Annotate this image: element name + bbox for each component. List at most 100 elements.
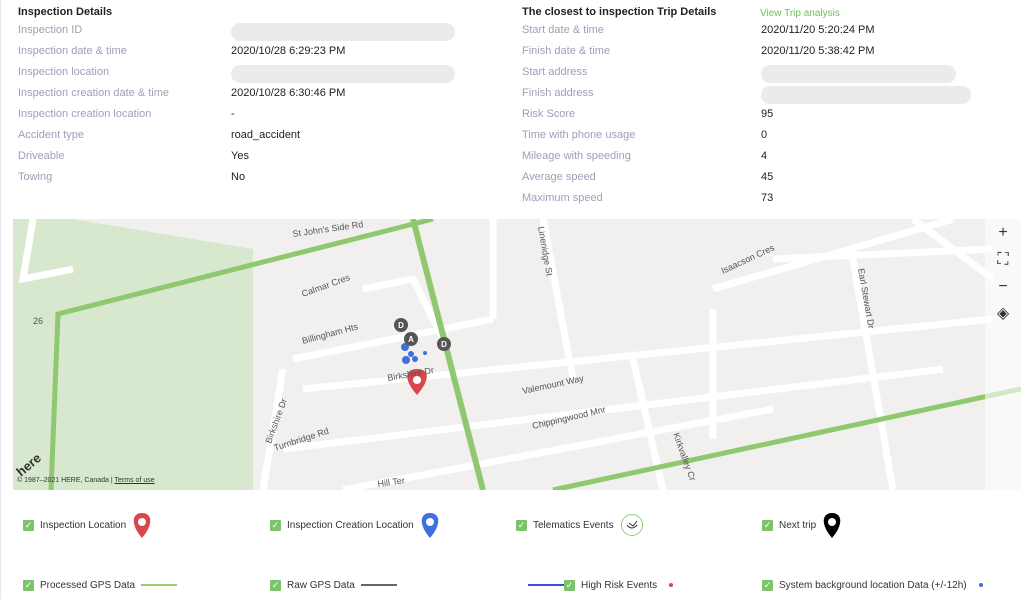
detail-row: Towing No — [18, 167, 458, 188]
processed-gps-route — [410, 219, 486, 490]
layers-button[interactable]: ◈ — [985, 300, 1021, 327]
detail-label: Inspection ID — [18, 24, 83, 36]
detail-row: Mileage with speeding 4 — [522, 146, 972, 167]
redacted-value — [231, 23, 455, 41]
map-controls: + ⛶ − ◈ — [985, 219, 1021, 490]
legend-item[interactable]: ✓ Inspection Location — [23, 512, 152, 538]
view-trip-analysis-link[interactable]: View Trip analysis — [760, 8, 840, 19]
detail-row: Inspection ID — [18, 20, 458, 41]
detail-label: Inspection date & time — [18, 45, 127, 57]
detail-label: Mileage with speeding — [522, 150, 631, 162]
park-area — [13, 219, 253, 490]
telematics-event-icon — [620, 514, 643, 536]
detail-value: 2020/10/28 6:30:46 PM — [231, 87, 346, 99]
green-line-icon — [141, 584, 178, 586]
detail-value: 2020/11/20 5:20:24 PM — [761, 24, 875, 36]
detail-row: Driveable Yes — [18, 146, 458, 167]
detail-value: 95 — [761, 108, 774, 120]
legend-item[interactable]: ✓ Next trip — [762, 512, 842, 538]
trip-marker-label: D — [398, 321, 404, 330]
fit-bounds-button[interactable]: ⛶ — [985, 246, 1021, 273]
detail-value: 2020/11/20 5:38:42 PM — [761, 45, 875, 57]
redacted-value — [231, 65, 455, 83]
redacted-value — [761, 86, 971, 104]
zoom-out-button[interactable]: − — [985, 273, 1021, 300]
map-canvas: D A D St John's Side Rd Calmar Cres Billin… — [13, 219, 1021, 490]
street-label: Valemount Way — [521, 373, 585, 396]
detail-row: Accident type road_accident — [18, 125, 458, 146]
legend-checkbox[interactable]: ✓ — [23, 579, 34, 591]
detail-label: Inspection creation date & time — [18, 87, 170, 99]
detail-row: Finish date & time 2020/11/20 5:38:42 PM — [522, 41, 972, 62]
legend-label: Processed GPS Data — [40, 579, 136, 591]
blue-line-icon — [528, 584, 564, 586]
detail-value: 4 — [761, 150, 768, 162]
street-label: 26 — [33, 316, 43, 326]
detail-row: Finish address — [522, 83, 972, 104]
legend-label: High Risk Events — [581, 579, 658, 591]
detail-value: 73 — [761, 192, 774, 204]
detail-label: Average speed — [522, 171, 596, 183]
street-label: Billingham Hts — [301, 321, 360, 346]
legend-checkbox[interactable]: ✓ — [762, 579, 773, 591]
section-title: Inspection Details — [18, 6, 113, 18]
street-label: Hill Ter — [377, 475, 405, 489]
detail-label: Risk Score — [522, 108, 576, 120]
legend-label: Inspection Creation Location — [287, 519, 414, 531]
street-label: Birkshire Dr — [263, 397, 288, 445]
detail-row: Maximum speed 73 — [522, 188, 972, 209]
detail-label: Time with phone usage — [522, 129, 636, 141]
detail-value: No — [231, 171, 246, 183]
detail-label: Inspection creation location — [18, 108, 152, 120]
legend-item[interactable]: ✓ Inspection Creation Location — [270, 512, 440, 538]
detail-value: 0 — [761, 129, 768, 141]
legend-checkbox[interactable]: ✓ — [516, 519, 527, 531]
blue-dot-icon — [978, 583, 983, 587]
trip-details: The closest to inspection Trip Details S… — [522, 6, 972, 209]
trip-marker-label: D — [441, 340, 447, 349]
street-label: Kirkvalley Cr — [671, 431, 698, 482]
legend-item[interactable]: ✓ Raw GPS Data — [270, 572, 397, 598]
gray-line-icon — [360, 584, 397, 586]
detail-row: Inspection location — [18, 62, 458, 83]
detail-row: Inspection creation location - — [18, 104, 458, 125]
red-dot-icon — [669, 583, 674, 587]
copyright-text: © 1987–2021 HERE, Canada | — [17, 477, 113, 484]
legend-checkbox[interactable]: ✓ — [762, 519, 773, 531]
detail-row: Start date & time 2020/11/20 5:20:24 PM — [522, 20, 972, 41]
map[interactable]: D A D St John's Side Rd Calmar Cres Billin… — [13, 219, 1021, 490]
detail-label: Finish date & time — [522, 45, 611, 57]
detail-label: Towing — [18, 171, 53, 183]
legend-checkbox[interactable]: ✓ — [564, 579, 575, 591]
legend-checkbox[interactable]: ✓ — [270, 579, 281, 591]
redacted-value — [761, 65, 956, 83]
detail-row: Risk Score 95 — [522, 104, 972, 125]
detail-row: Average speed 45 — [522, 167, 972, 188]
detail-value: road_accident — [231, 129, 301, 141]
detail-row: Inspection date & time 2020/10/28 6:29:23… — [18, 41, 458, 62]
detail-label: Accident type — [18, 129, 85, 141]
street-label: Chippingwood Mnr — [531, 404, 606, 431]
detail-value: 45 — [761, 171, 774, 183]
detail-label: Maximum speed — [522, 192, 603, 204]
legend-checkbox[interactable]: ✓ — [23, 519, 34, 531]
legend-item[interactable]: ✓ High Risk Events — [528, 572, 674, 598]
legend-item[interactable]: ✓ System background location Data (+/-12h… — [762, 572, 983, 598]
legend-item[interactable]: ✓ Processed GPS Data — [23, 572, 178, 598]
legend-label: Telematics Events — [533, 519, 614, 531]
detail-label: Finish address — [522, 87, 594, 99]
zoom-in-button[interactable]: + — [985, 219, 1021, 246]
blue-pin-icon — [421, 513, 439, 538]
legend-label: Next trip — [779, 519, 817, 531]
detail-label: Start address — [522, 66, 588, 78]
legend-checkbox[interactable]: ✓ — [270, 519, 281, 531]
legend-label: Inspection Location — [40, 519, 127, 531]
street-label: Calmar Cres — [300, 272, 351, 299]
terms-of-use-link[interactable]: Terms of use — [115, 477, 155, 484]
section-title: The closest to inspection Trip Details — [522, 6, 717, 18]
legend-label: Raw GPS Data — [287, 579, 355, 591]
legend-item[interactable]: ✓ Telematics Events — [516, 512, 644, 538]
detail-row: Start address — [522, 62, 972, 83]
detail-row: Time with phone usage 0 — [522, 125, 972, 146]
detail-label: Start date & time — [522, 24, 604, 36]
